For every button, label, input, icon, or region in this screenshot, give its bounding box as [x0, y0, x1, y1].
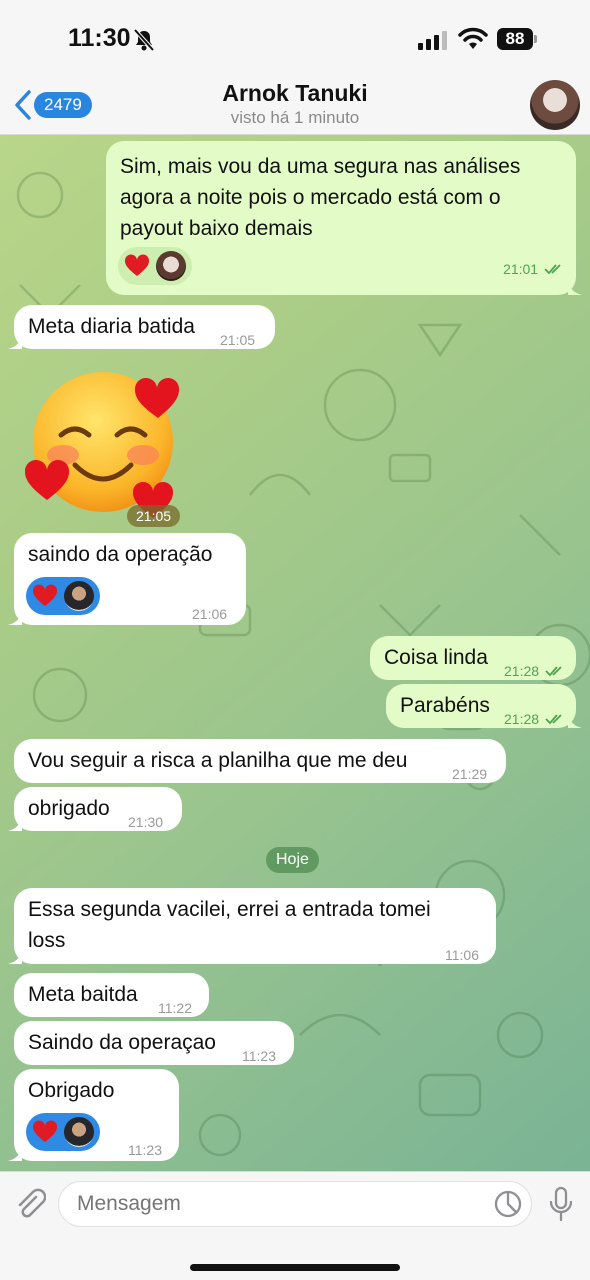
- message-text: Meta diaria batida: [28, 315, 195, 338]
- top-bar: 11:30 88 2479 Arnok Tanuki visto há 1 mi…: [0, 0, 590, 135]
- date-separator: Hoje: [266, 847, 319, 873]
- message-time: 21:01: [503, 254, 564, 285]
- cellular-signal-icon: [418, 31, 447, 50]
- message-text: obrigado: [28, 797, 110, 820]
- message-text: Obrigado: [28, 1079, 115, 1102]
- battery-level: 88: [497, 28, 533, 50]
- sticker-icon[interactable]: [494, 1190, 522, 1218]
- message-bubble-outgoing[interactable]: Sim, mais vou da uma segura nas análises…: [106, 141, 582, 295]
- message-text: Vou seguir a risca a planilha que me deu: [28, 749, 408, 772]
- message-time: 21:29: [452, 766, 488, 782]
- chat-area[interactable]: Sim, mais vou da uma segura nas análises…: [0, 135, 590, 1171]
- composer-bar: [0, 1171, 590, 1280]
- message-bubble-incoming[interactable]: Essa segunda vacilei, errei a entrada to…: [8, 888, 496, 964]
- last-seen-status: visto há 1 minuto: [230, 108, 360, 127]
- message-text: Parabéns: [400, 694, 490, 717]
- message-time: 21:28: [504, 704, 565, 735]
- message-bubble-incoming[interactable]: obrigado 21:30: [8, 787, 182, 831]
- message-time: 21:30: [128, 814, 164, 830]
- message-text: Essa segunda vacilei, errei a entrada to…: [28, 898, 431, 952]
- message-time: 21:05: [127, 505, 181, 527]
- message-text: Meta baitda: [28, 983, 138, 1006]
- reactor-avatar: [64, 1117, 94, 1147]
- double-check-icon: [545, 666, 562, 677]
- message-text: Sim, mais vou da uma segura nas análises…: [120, 155, 521, 240]
- heart-icon: [32, 584, 58, 606]
- battery-indicator: 88: [497, 28, 537, 50]
- message-time: 11:06: [445, 947, 479, 963]
- message-text: saindo da operação: [28, 543, 213, 566]
- message-bubble-incoming[interactable]: Meta baitda 11:22: [14, 973, 209, 1017]
- reactor-avatar: [64, 581, 94, 611]
- message-time: 21:05: [220, 332, 256, 348]
- contact-avatar[interactable]: [530, 80, 580, 130]
- message-time: 21:06: [192, 606, 228, 622]
- reaction-badge[interactable]: [118, 247, 192, 285]
- message-bubble-incoming[interactable]: Vou seguir a risca a planilha que me deu…: [14, 739, 506, 783]
- message-time: 11:23: [128, 1142, 162, 1158]
- home-indicator: [190, 1264, 400, 1271]
- message-input[interactable]: [58, 1181, 532, 1227]
- reaction-badge[interactable]: [26, 1113, 100, 1151]
- double-check-icon: [545, 714, 562, 725]
- message-bubble-outgoing[interactable]: Coisa linda 21:28: [370, 636, 576, 680]
- double-check-icon: [544, 264, 561, 275]
- message-bubble-incoming[interactable]: Obrigado 11:23: [8, 1069, 179, 1161]
- message-time: 21:28: [504, 656, 565, 687]
- heart-icon: [124, 254, 150, 276]
- paperclip-icon[interactable]: [14, 1187, 46, 1221]
- sticker-smiling-face-with-hearts[interactable]: [25, 370, 185, 520]
- chat-title[interactable]: Arnok Tanuki: [0, 80, 590, 107]
- status-time: 11:30: [68, 24, 131, 52]
- microphone-icon[interactable]: [548, 1186, 574, 1222]
- message-text: Coisa linda: [384, 646, 488, 669]
- message-bubble-incoming[interactable]: Saindo da operaçao 11:23: [14, 1021, 294, 1065]
- reactor-avatar: [156, 251, 186, 281]
- reaction-badge[interactable]: [26, 577, 100, 615]
- message-time: 11:23: [242, 1048, 276, 1064]
- heart-icon: [32, 1120, 58, 1142]
- wifi-icon: [458, 27, 488, 49]
- message-bubble-incoming[interactable]: saindo da operação 21:06: [8, 533, 246, 625]
- message-time: 11:22: [158, 1000, 192, 1016]
- bell-muted-icon: [133, 28, 155, 52]
- message-text: Saindo da operaçao: [28, 1031, 216, 1054]
- message-bubble-outgoing[interactable]: Parabéns 21:28: [386, 684, 582, 728]
- message-bubble-incoming[interactable]: Meta diaria batida 21:05: [8, 305, 275, 349]
